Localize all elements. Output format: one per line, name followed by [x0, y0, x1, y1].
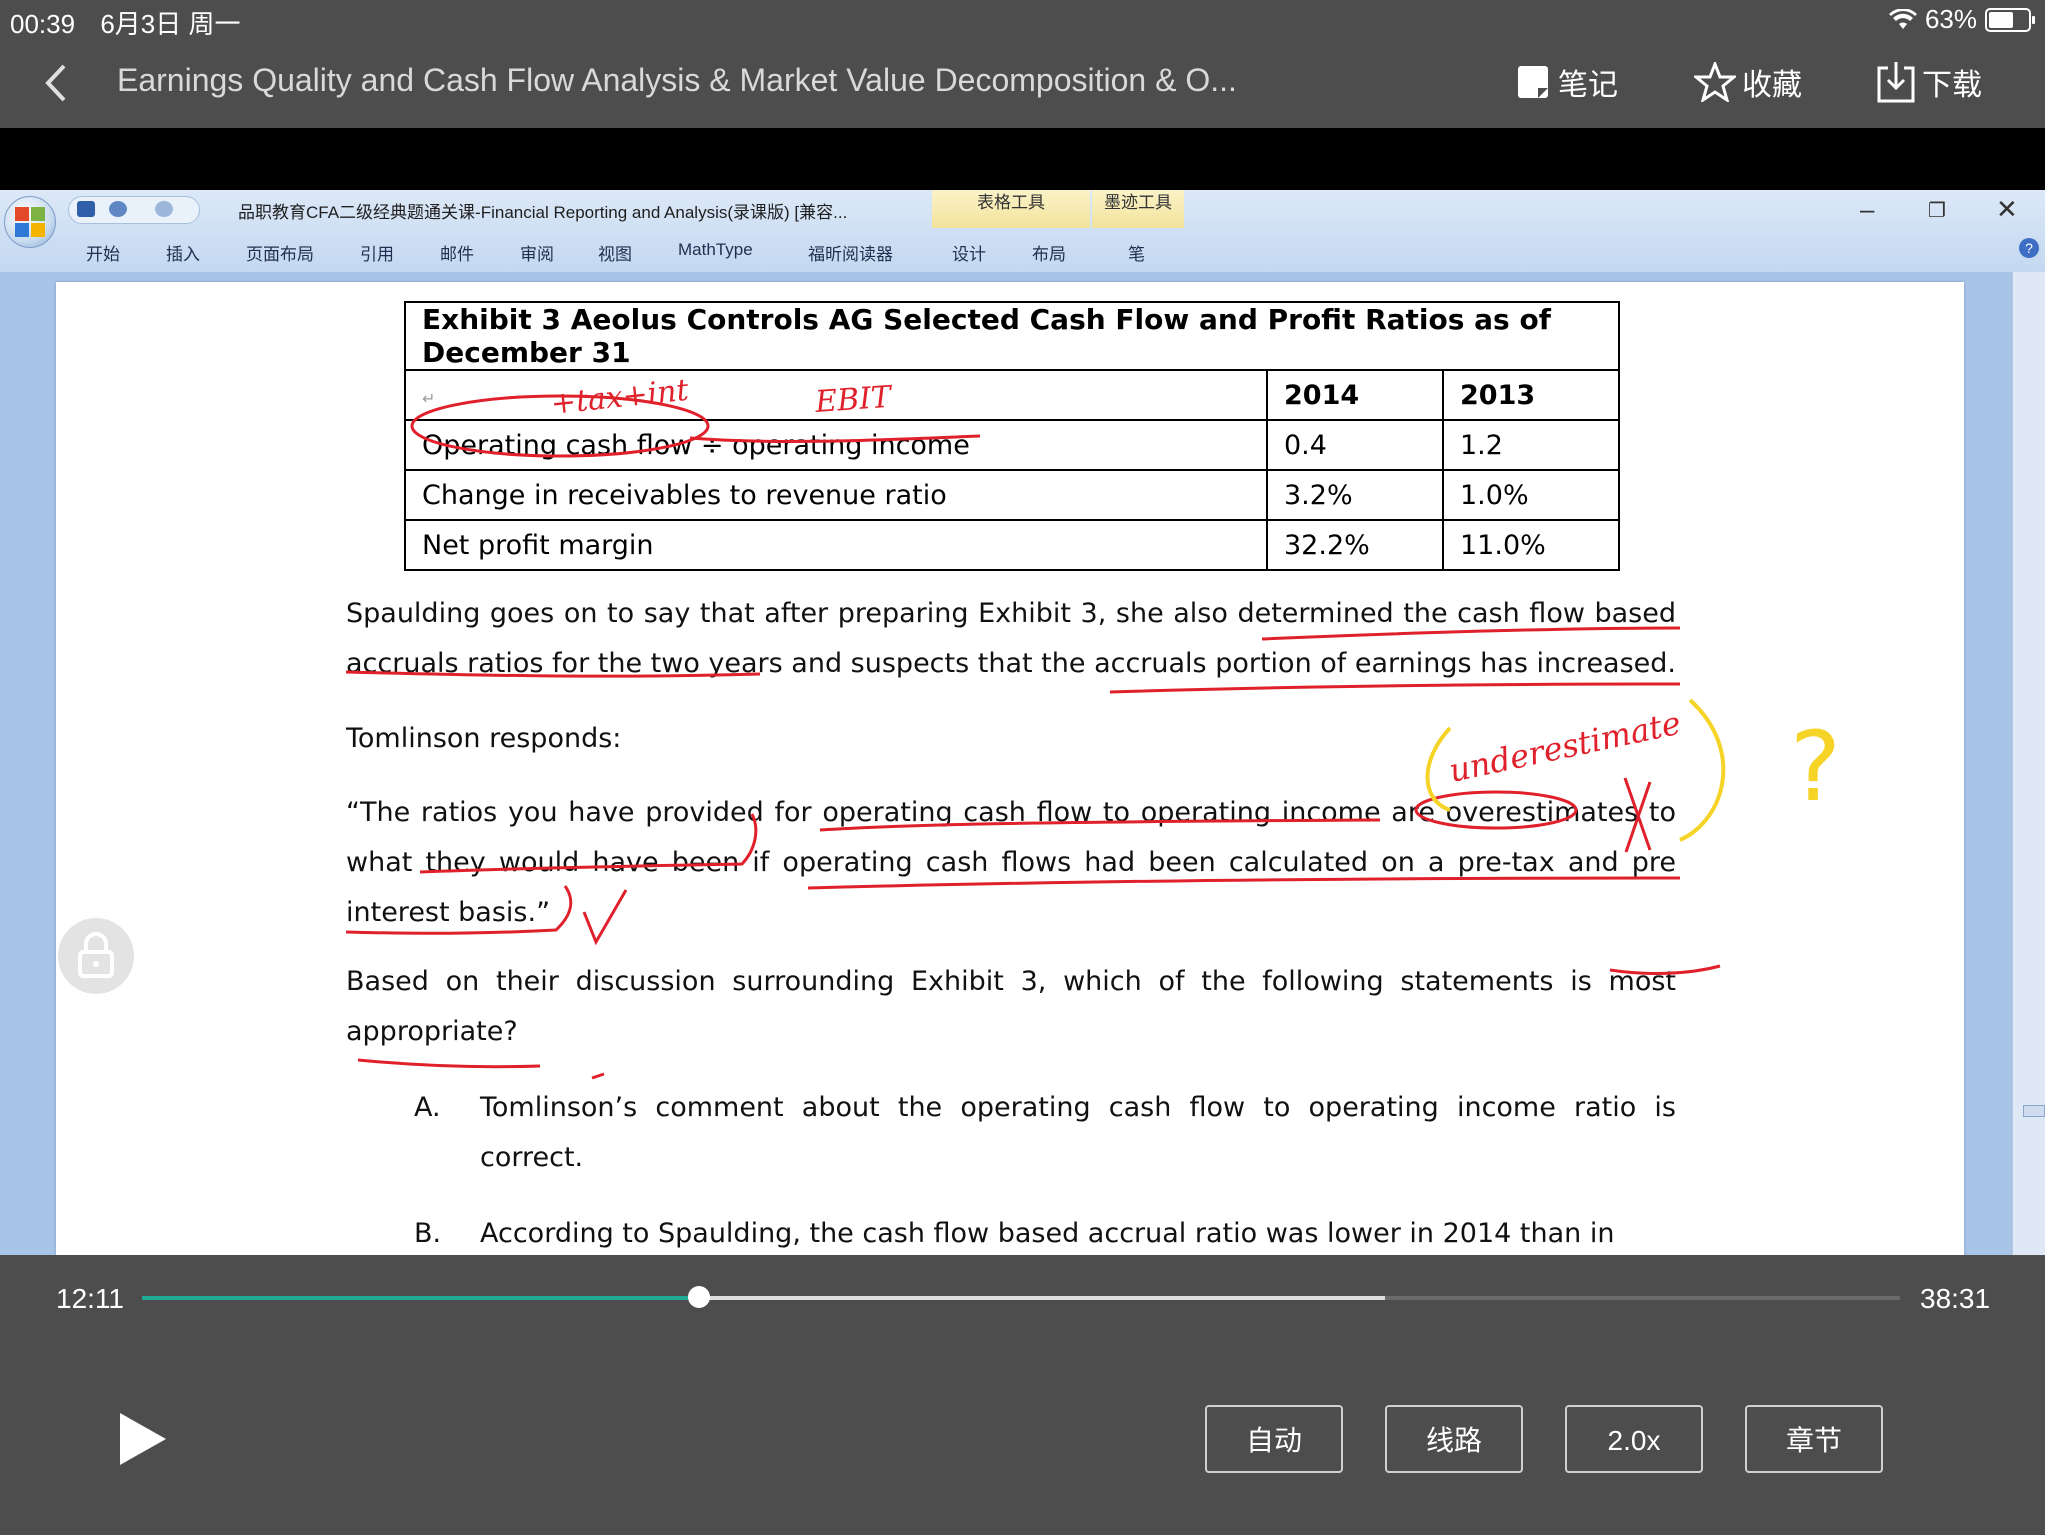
back-chevron-icon[interactable] [36, 58, 76, 108]
ink-underline-accruals-portion [1109, 682, 1681, 694]
ink-underline-accruals-ratios [345, 670, 761, 678]
speed-button[interactable]: 2.0x [1565, 1405, 1703, 1473]
ink-dash [591, 1072, 605, 1080]
progress-thumb[interactable] [688, 1286, 711, 1308]
favorite-button[interactable]: 收藏 [1694, 60, 1802, 104]
played-bar [142, 1296, 700, 1300]
lock-icon [78, 932, 114, 978]
status-date: 6月3日 周一 [100, 9, 241, 39]
player-controls: 12:11 38:31 自动 线路 2.0x 章节 [0, 1255, 2045, 1535]
notes-button[interactable]: 笔记 [1516, 60, 1618, 104]
app-nav-bar: Earnings Quality and Cash Flow Analysis … [0, 38, 2045, 128]
screen-lock-button[interactable] [58, 918, 134, 994]
ink-underline-operating-income [689, 434, 981, 443]
current-time: 12:11 [56, 1283, 124, 1314]
ink-note-underestimate: underestimate [1446, 704, 1684, 790]
star-icon [1694, 62, 1736, 102]
progress-track[interactable] [142, 1296, 1900, 1300]
ink-annotations: +tax+int EBIT underestimate ? [345, 373, 1841, 1080]
favorite-label: 收藏 [1742, 69, 1802, 102]
ink-underline-pre-tax [807, 876, 1681, 890]
wifi-icon [1888, 8, 1917, 29]
ink-note-tax-int: +tax+int [549, 373, 691, 422]
video-letterbox [0, 128, 2045, 190]
ink-underline-would-have-been [419, 813, 758, 874]
video-frame[interactable]: 品职教育CFA二级经典题通关课-Financial Reporting and … [0, 190, 2045, 1255]
download-icon [1877, 62, 1915, 103]
ink-underline-interest-basis [345, 885, 573, 935]
battery-percent: 63% [1924, 4, 1977, 34]
ink-underline-appropriate [357, 1058, 541, 1069]
ink-underline-most [1609, 964, 1721, 975]
download-label: 下载 [1922, 69, 1982, 102]
auto-quality-button[interactable]: 自动 [1205, 1405, 1343, 1473]
ink-check-mark [582, 889, 628, 946]
ink-note-ebit: EBIT [813, 380, 894, 420]
battery-icon [1985, 7, 2035, 32]
ink-yellow-right-paren [1679, 698, 1726, 842]
ink-circle-overestimates [1414, 790, 1578, 830]
total-time: 38:31 [1920, 1283, 1991, 1314]
play-icon[interactable] [120, 1413, 166, 1465]
route-button[interactable]: 线路 [1385, 1405, 1523, 1473]
ink-cross-mark [1623, 777, 1652, 853]
status-time: 00:39 [10, 9, 76, 39]
status-bar: 00:39 6月3日 周一 63% [0, 0, 2045, 39]
chapter-button[interactable]: 章节 [1745, 1405, 1883, 1473]
ink-underline-ocf-oi [819, 818, 1381, 832]
ink-underline-cash-flow-based [1261, 626, 1681, 641]
ink-yellow-question: ? [1790, 711, 1841, 823]
download-button[interactable]: 下载 [1876, 60, 1982, 104]
note-icon [1518, 66, 1548, 98]
lesson-title: Earnings Quality and Cash Flow Analysis … [117, 62, 1237, 98]
notes-label: 笔记 [1558, 69, 1618, 102]
